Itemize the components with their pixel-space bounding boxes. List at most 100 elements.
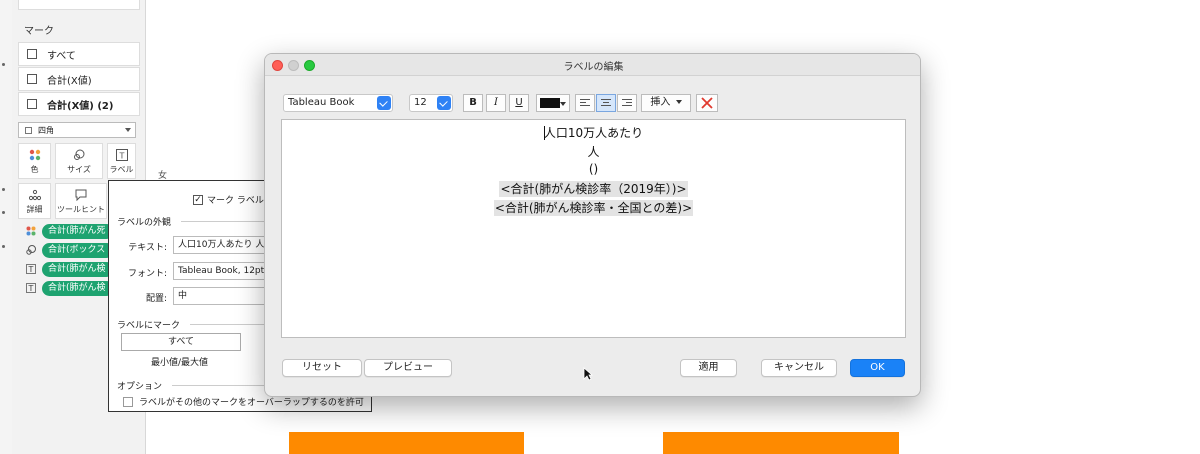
size-button-label: サイズ bbox=[67, 165, 91, 174]
size-icon bbox=[73, 149, 85, 161]
detail-button-label: 詳細 bbox=[26, 205, 43, 214]
detail-button[interactable]: 詳細 bbox=[18, 183, 51, 219]
mark-type-dropdown[interactable]: 四角 bbox=[18, 122, 136, 138]
label-button[interactable]: T ラベル bbox=[107, 143, 136, 179]
checkbox-icon[interactable] bbox=[123, 396, 133, 407]
mouse-cursor-icon bbox=[583, 367, 593, 381]
underline-button[interactable]: U bbox=[509, 94, 529, 112]
editor-line: <合計(肺がん検診率（2019年）)> bbox=[282, 180, 905, 197]
alignment-field-label: 配置: bbox=[145, 294, 167, 304]
ok-button[interactable]: OK bbox=[850, 359, 905, 377]
color-swatch bbox=[540, 98, 560, 108]
red-x-icon bbox=[701, 97, 713, 109]
text-caret bbox=[543, 126, 545, 140]
color-dots-icon bbox=[26, 226, 36, 236]
color-button[interactable]: 色 bbox=[18, 143, 51, 179]
label-button-label: ラベル bbox=[109, 165, 134, 174]
insert-menu-button[interactable]: 挿入 bbox=[641, 94, 691, 112]
text-color-picker[interactable] bbox=[536, 94, 570, 112]
marks-row-sum-x-2[interactable]: 合計(X値) (2) bbox=[18, 92, 140, 116]
dialog-titlebar: ラベルの編集 bbox=[265, 54, 920, 76]
appearance-header-text: ラベルの外観 bbox=[117, 218, 172, 228]
label-marks-minmax-option[interactable]: 最小値/最大値 bbox=[151, 355, 208, 368]
editor-line: 人口10万人あたり bbox=[282, 124, 905, 141]
text-t-icon: T bbox=[26, 283, 36, 293]
chart-bar bbox=[289, 432, 524, 454]
field-pill[interactable]: 合計(ボックス bbox=[42, 242, 114, 258]
align-center-icon bbox=[601, 99, 611, 106]
editor-line-text: () bbox=[588, 162, 599, 176]
reset-button[interactable]: リセット bbox=[282, 359, 362, 377]
pill-row-size[interactable]: 合計(ボックス bbox=[26, 242, 114, 258]
speech-bubble-icon bbox=[75, 189, 87, 202]
shelf-box bbox=[18, 0, 140, 10]
checkbox-icon[interactable] bbox=[27, 49, 37, 59]
apply-button[interactable]: 適用 bbox=[680, 359, 737, 377]
marks-row-label: すべて bbox=[47, 50, 76, 62]
text-t-icon: T bbox=[115, 149, 128, 161]
checkbox-icon[interactable] bbox=[27, 74, 37, 84]
left-edge-strip bbox=[0, 0, 12, 454]
font-family-select[interactable]: Tableau Book bbox=[283, 94, 393, 112]
pill-row-label-2[interactable]: T 合計(肺がん検 bbox=[26, 280, 114, 296]
bold-button[interactable]: B bbox=[463, 94, 483, 112]
align-right-button[interactable] bbox=[617, 94, 637, 112]
marks-row-label: 合計(X値) (2) bbox=[47, 100, 114, 112]
square-icon bbox=[25, 126, 32, 134]
chevron-down-icon bbox=[125, 128, 131, 132]
tooltip-button-label: ツールヒント bbox=[57, 205, 105, 214]
align-center-button[interactable] bbox=[596, 94, 616, 112]
pill-row-label-1[interactable]: T 合計(肺がん検 bbox=[26, 261, 114, 277]
insert-menu-label: 挿入 bbox=[650, 97, 671, 108]
color-dots-icon bbox=[29, 149, 41, 161]
preview-button[interactable]: プレビュー bbox=[364, 359, 452, 377]
edit-label-dialog: ラベルの編集 Tableau Book 12 B I U 挿入 人口10万人あた… bbox=[264, 53, 921, 397]
options-header-text: オプション bbox=[117, 382, 163, 392]
font-size-select[interactable]: 12 bbox=[409, 94, 453, 112]
font-family-value: Tableau Book bbox=[288, 97, 355, 108]
chart-bar bbox=[663, 432, 899, 454]
detail-dots-icon bbox=[28, 189, 41, 201]
show-mark-labels-checkbox[interactable]: ✓ マーク ラベルを bbox=[193, 193, 273, 206]
font-field-label: フォント: bbox=[127, 269, 167, 279]
field-pill[interactable]: 合計(肺がん検 bbox=[42, 280, 114, 296]
clear-button[interactable] bbox=[696, 94, 718, 112]
size-button[interactable]: サイズ bbox=[55, 143, 103, 179]
checkbox-icon[interactable] bbox=[27, 99, 37, 109]
align-left-button[interactable] bbox=[575, 94, 595, 112]
cancel-button[interactable]: キャンセル bbox=[761, 359, 837, 377]
mark-type-value: 四角 bbox=[38, 125, 54, 135]
chevron-down-icon[interactable] bbox=[437, 96, 451, 110]
tooltip-button[interactable]: ツールヒント bbox=[55, 183, 107, 219]
marks-row-label: 合計(X値) bbox=[47, 75, 92, 87]
label-marks-header-text: ラベルにマーク bbox=[117, 321, 181, 331]
field-token[interactable]: <合計(肺がん検診率・全国との差)> bbox=[493, 200, 694, 216]
editor-line-text: 人口10万人あたり bbox=[543, 126, 644, 140]
checkmark-icon[interactable]: ✓ bbox=[193, 194, 203, 205]
text-field-label: テキスト: bbox=[128, 243, 167, 253]
editor-line: () bbox=[282, 162, 905, 176]
align-left-icon bbox=[580, 99, 590, 106]
editor-line-text: 人 bbox=[587, 145, 600, 159]
chevron-down-icon[interactable] bbox=[377, 96, 391, 110]
field-pill[interactable]: 合計(肺がん検 bbox=[42, 261, 114, 277]
text-t-icon: T bbox=[26, 264, 36, 274]
svg-text:T: T bbox=[118, 152, 124, 161]
dialog-title: ラベルの編集 bbox=[563, 62, 624, 73]
editor-line: <合計(肺がん検診率・全国との差)> bbox=[282, 199, 905, 216]
label-marks-all-option[interactable]: すべて bbox=[121, 333, 241, 351]
editor-line: 人 bbox=[282, 143, 905, 160]
font-size-value: 12 bbox=[414, 97, 427, 108]
italic-button[interactable]: I bbox=[486, 94, 506, 112]
label-text-editor[interactable]: 人口10万人あたり 人 () <合計(肺がん検診率（2019年）)> <合計(肺… bbox=[281, 119, 906, 338]
size-icon bbox=[26, 245, 36, 255]
field-pill[interactable]: 合計(肺がん死 bbox=[42, 223, 114, 239]
marks-card-header: マーク bbox=[24, 26, 54, 37]
field-token[interactable]: <合計(肺がん検診率（2019年）)> bbox=[499, 181, 688, 197]
color-button-label: 色 bbox=[30, 165, 39, 174]
align-right-icon bbox=[622, 99, 632, 106]
marks-row-all[interactable]: すべて bbox=[18, 42, 140, 66]
marks-row-sum-x[interactable]: 合計(X値) bbox=[18, 67, 140, 91]
show-mark-labels-label: マーク ラベルを bbox=[207, 196, 273, 206]
pill-row-color[interactable]: 合計(肺がん死 bbox=[26, 223, 114, 239]
